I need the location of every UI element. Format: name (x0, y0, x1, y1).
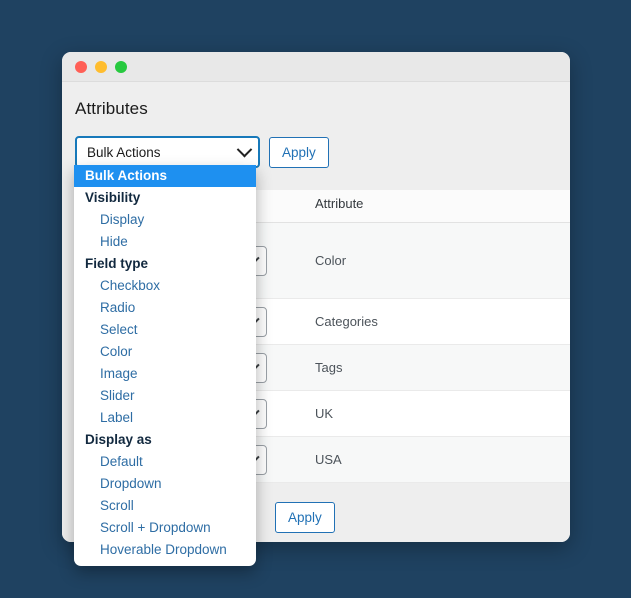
dropdown-group-label: Visibility (85, 190, 141, 205)
dropdown-option[interactable]: Slider (74, 385, 256, 407)
attribute-name-cell: USA (315, 436, 465, 483)
row-spacer-cell (465, 390, 570, 437)
attribute-name-cell: Categories (315, 298, 465, 345)
dropdown-group-label: Display as (85, 432, 152, 447)
column-header-spacer (465, 190, 570, 223)
dropdown-group-label: Field type (85, 256, 149, 271)
attribute-name-cell: Color (315, 222, 465, 299)
chevron-down-icon (236, 141, 253, 157)
dropdown-option[interactable]: Bulk Actions (74, 165, 256, 187)
dropdown-option[interactable]: Image (74, 363, 256, 385)
window-titlebar (62, 52, 570, 82)
apply-button-bottom[interactable]: Apply (275, 502, 335, 533)
dropdown-option[interactable]: Radio (74, 297, 256, 319)
top-bulk-actions-toolbar: Bulk Actions Apply (62, 119, 570, 168)
row-spacer-cell (465, 436, 570, 483)
row-spacer-cell (465, 298, 570, 345)
close-button[interactable] (75, 60, 87, 73)
desktop-background: Attributes Bulk Actions Apply Display as… (0, 0, 631, 598)
bulk-actions-dropdown-list[interactable]: Bulk Actions Visibility Display Hide Field t… (74, 165, 256, 566)
attribute-name-cell: Tags (315, 344, 465, 391)
page-title: Attributes (75, 99, 148, 118)
dropdown-option[interactable]: Hoverable Dropdown (74, 539, 256, 561)
bulk-actions-select-top-value: Bulk Actions (87, 144, 161, 160)
dropdown-option[interactable]: Dropdown (74, 473, 256, 495)
dropdown-option[interactable]: Display (74, 209, 256, 231)
maximize-button[interactable] (115, 60, 127, 73)
attribute-name-cell: UK (315, 390, 465, 437)
dropdown-option[interactable]: Default (74, 451, 256, 473)
dropdown-option[interactable]: Hide (74, 231, 256, 253)
minimize-button[interactable] (95, 60, 107, 73)
row-spacer-cell (465, 344, 570, 391)
dropdown-option[interactable]: Scroll (74, 495, 256, 517)
dropdown-option[interactable]: Scroll + Dropdown (74, 517, 256, 539)
dropdown-option[interactable]: Checkbox (74, 275, 256, 297)
dropdown-option[interactable]: Label (74, 407, 256, 429)
apply-button-top[interactable]: Apply (269, 136, 329, 168)
bulk-actions-select-top[interactable]: Bulk Actions (75, 136, 260, 168)
column-header-attribute: Attribute (315, 190, 465, 223)
row-spacer-cell (465, 222, 570, 299)
dropdown-option[interactable]: Color (74, 341, 256, 363)
dropdown-option[interactable]: Select (74, 319, 256, 341)
